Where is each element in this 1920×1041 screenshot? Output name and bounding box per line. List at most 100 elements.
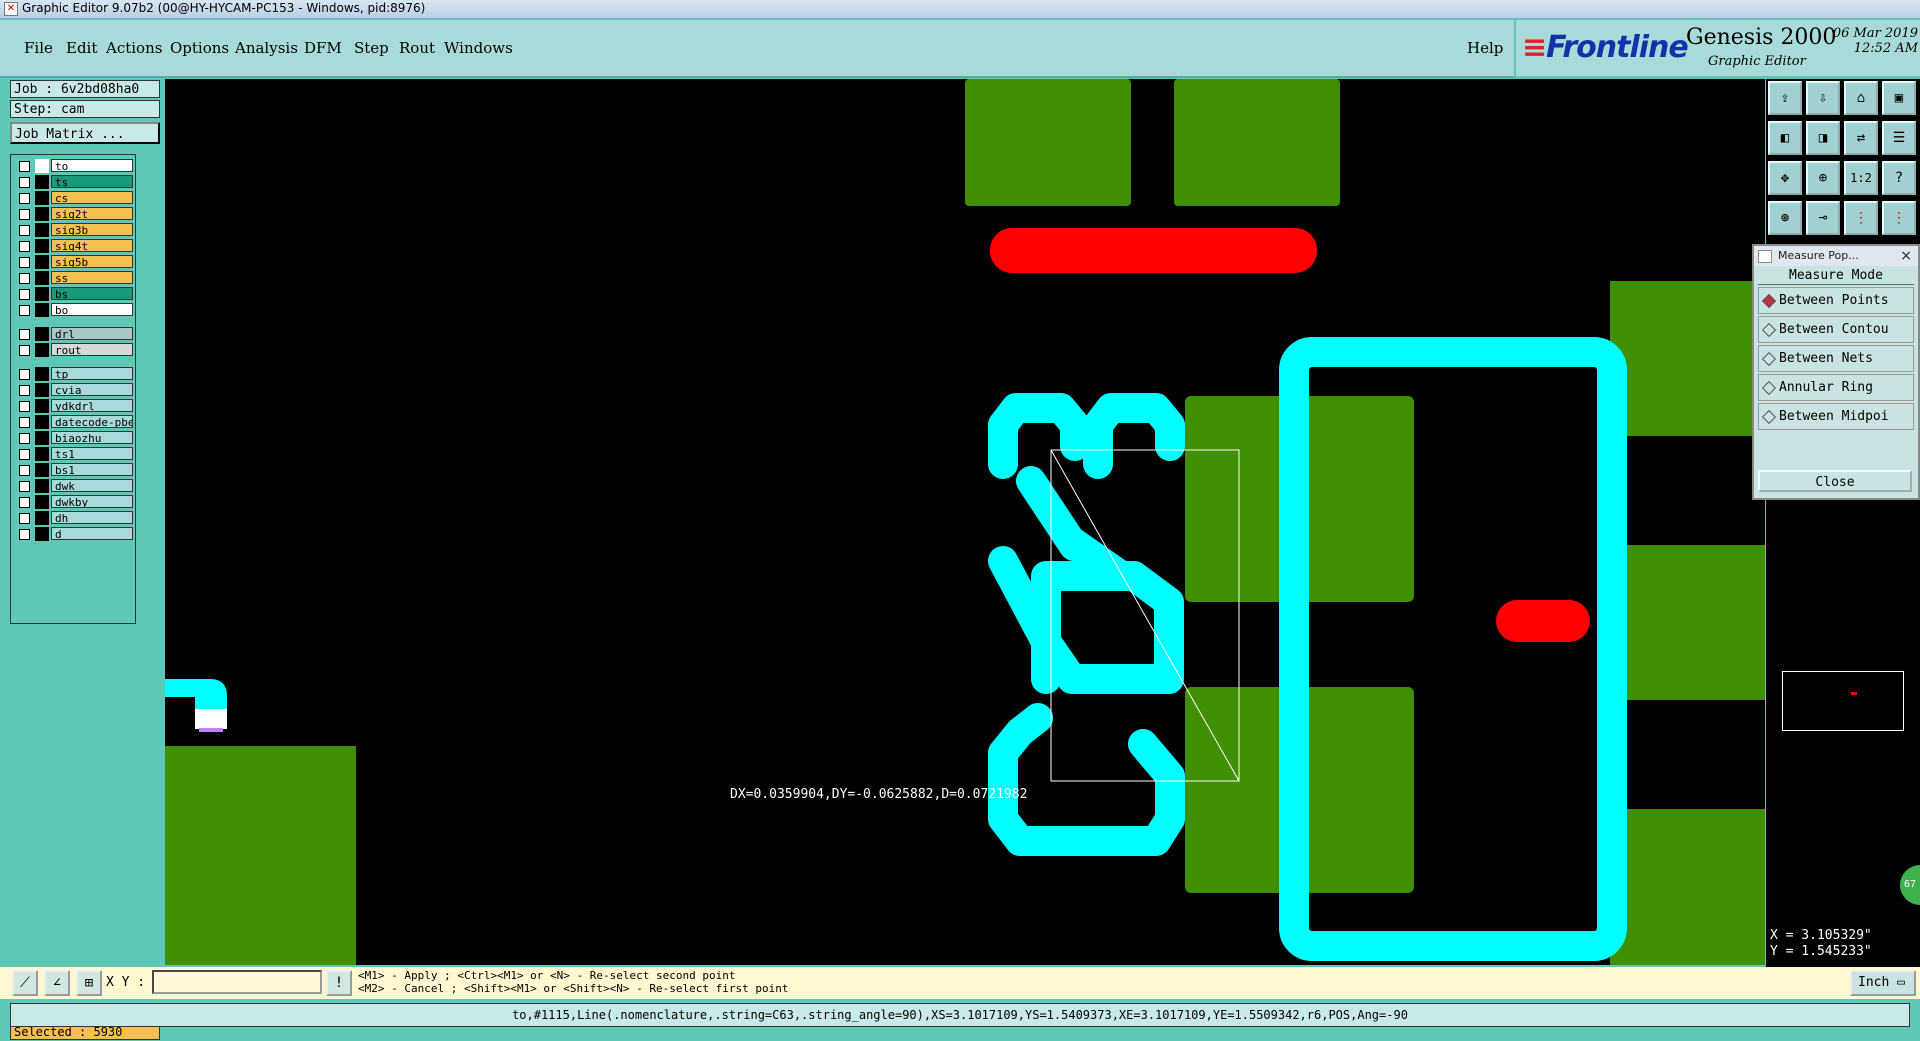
xy-input[interactable]	[152, 970, 322, 994]
layer-row-dh[interactable]: dh	[13, 511, 133, 525]
layer-name[interactable]: dwk	[51, 479, 133, 492]
layer-name[interactable]: cvia	[51, 383, 133, 396]
layer-name[interactable]: dwkby	[51, 495, 133, 508]
layer-checkbox[interactable]	[19, 529, 30, 540]
menu-edit[interactable]: Edit	[66, 39, 97, 57]
snap-icon[interactable]: ⊛	[1768, 201, 1802, 235]
menu-rout[interactable]: Rout	[399, 39, 435, 57]
layer-name[interactable]: rout	[51, 343, 133, 356]
layer-row-ss[interactable]: ss	[13, 271, 133, 285]
layer-checkbox[interactable]	[19, 449, 30, 460]
grid-tool-icon[interactable]: ⊞	[76, 970, 102, 996]
line-tool-icon[interactable]: ⟋	[12, 970, 38, 996]
layer-checkbox[interactable]	[19, 513, 30, 524]
layer-row-cs[interactable]: cs	[13, 191, 133, 205]
zoom-home-icon[interactable]: ⇪	[1768, 81, 1802, 115]
home-icon[interactable]: ⌂	[1844, 81, 1878, 115]
fit-icon[interactable]: ✥	[1768, 161, 1802, 195]
angle-tool-icon[interactable]: ∠	[44, 970, 70, 996]
layer-name[interactable]: ts	[51, 175, 133, 188]
layer-checkbox[interactable]	[19, 481, 30, 492]
layer-name[interactable]: datecode-pbe	[51, 415, 133, 428]
layer-name[interactable]: sig3b	[51, 223, 133, 236]
layer-checkbox[interactable]	[19, 161, 30, 172]
measure-close-button[interactable]: Close	[1758, 470, 1912, 492]
layer-name[interactable]: tp	[51, 367, 133, 380]
layer-row-drl[interactable]: drl	[13, 327, 133, 341]
net-icon[interactable]: ⋮	[1844, 201, 1878, 235]
layer-checkbox[interactable]	[19, 257, 30, 268]
job-matrix-button[interactable]: Job Matrix ...	[10, 122, 160, 144]
layer-row-tp[interactable]: tp	[13, 367, 133, 381]
scale-icon[interactable]: 1:2	[1844, 161, 1878, 195]
layer-checkbox[interactable]	[19, 241, 30, 252]
layer-name[interactable]: ts1	[51, 447, 133, 460]
close-icon[interactable]: ×	[1900, 246, 1912, 266]
zoom-badge[interactable]: 67	[1900, 865, 1920, 905]
layer-row-d[interactable]: d	[13, 527, 133, 541]
layer-name[interactable]: sig4t	[51, 239, 133, 252]
layer-row-to[interactable]: to	[13, 159, 133, 173]
option-annular-ring[interactable]: Annular Ring	[1758, 374, 1914, 401]
layer-checkbox[interactable]	[19, 289, 30, 300]
layer-checkbox[interactable]	[19, 497, 30, 508]
measure-icon[interactable]: ⊸	[1806, 201, 1840, 235]
menu-dfm[interactable]: DFM	[304, 39, 342, 57]
menu-options[interactable]: Options	[170, 39, 229, 57]
layer-checkbox[interactable]	[19, 345, 30, 356]
menu-analysis[interactable]: Analysis	[235, 39, 298, 57]
help-icon[interactable]: ?	[1882, 161, 1916, 195]
zoom-down-icon[interactable]: ⇩	[1806, 81, 1840, 115]
layer-checkbox[interactable]	[19, 433, 30, 444]
layer-name[interactable]: sig2t	[51, 207, 133, 220]
option-between-contours[interactable]: Between Contou	[1758, 316, 1914, 343]
option-between-midpoints[interactable]: Between Midpoi	[1758, 403, 1914, 430]
layer-checkbox[interactable]	[19, 177, 30, 188]
layer-name[interactable]: ss	[51, 271, 133, 284]
layer-checkbox[interactable]	[19, 193, 30, 204]
menu-file[interactable]: File	[24, 39, 53, 57]
layer-row-ts[interactable]: ts	[13, 175, 133, 189]
unit-selector[interactable]: Inch ▭	[1850, 970, 1916, 996]
layer-checkbox[interactable]	[19, 273, 30, 284]
zoom-fit-icon[interactable]: ⊕	[1806, 161, 1840, 195]
layer-name[interactable]: dh	[51, 511, 133, 524]
layer-checkbox[interactable]	[19, 209, 30, 220]
layer-row-rout[interactable]: rout	[13, 343, 133, 357]
layer-name[interactable]: drl	[51, 327, 133, 340]
layer-checkbox[interactable]	[19, 417, 30, 428]
overview-map[interactable]	[1782, 671, 1904, 731]
menu-help[interactable]: Help	[1467, 39, 1503, 57]
layer-name[interactable]: d	[51, 527, 133, 540]
layer-row-dwk[interactable]: dwk	[13, 479, 133, 493]
layer-row-bs1[interactable]: bs1	[13, 463, 133, 477]
layer-row-cvia[interactable]: cvia	[13, 383, 133, 397]
layer-name[interactable]: biaozhu	[51, 431, 133, 444]
window-icon[interactable]: ▣	[1882, 81, 1916, 115]
net-select-icon[interactable]: ⋮	[1882, 201, 1916, 235]
layer-row-ts1[interactable]: ts1	[13, 447, 133, 461]
layer-row-sig3b[interactable]: sig3b	[13, 223, 133, 237]
option-between-nets[interactable]: Between Nets	[1758, 345, 1914, 372]
alert-icon[interactable]: !	[326, 970, 352, 996]
menu-windows[interactable]: Windows	[444, 39, 513, 57]
graphic-canvas[interactable]: DX=0.0359904,DY=-0.0625882,D=0.0721982	[165, 79, 1765, 965]
layer-name[interactable]: bo	[51, 303, 133, 316]
layer-row-bs[interactable]: bs	[13, 287, 133, 301]
layer-name[interactable]: bs	[51, 287, 133, 300]
layer-checkbox[interactable]	[19, 465, 30, 476]
option-between-points[interactable]: Between Points	[1758, 287, 1914, 314]
pan-right-icon[interactable]: ◨	[1806, 121, 1840, 155]
layer-checkbox[interactable]	[19, 385, 30, 396]
layer-checkbox[interactable]	[19, 401, 30, 412]
layer-row-sig5b[interactable]: sig5b	[13, 255, 133, 269]
layer-checkbox[interactable]	[19, 329, 30, 340]
layer-row-ydkdrl[interactable]: ydkdrl	[13, 399, 133, 413]
layer-name[interactable]: to	[51, 159, 133, 172]
swap-icon[interactable]: ⇄	[1844, 121, 1878, 155]
layer-row-biaozhu[interactable]: biaozhu	[13, 431, 133, 445]
layer-row-datecode-pbe[interactable]: datecode-pbe	[13, 415, 133, 429]
layer-row-dwkby[interactable]: dwkby	[13, 495, 133, 509]
layer-name[interactable]: cs	[51, 191, 133, 204]
layer-name[interactable]: bs1	[51, 463, 133, 476]
